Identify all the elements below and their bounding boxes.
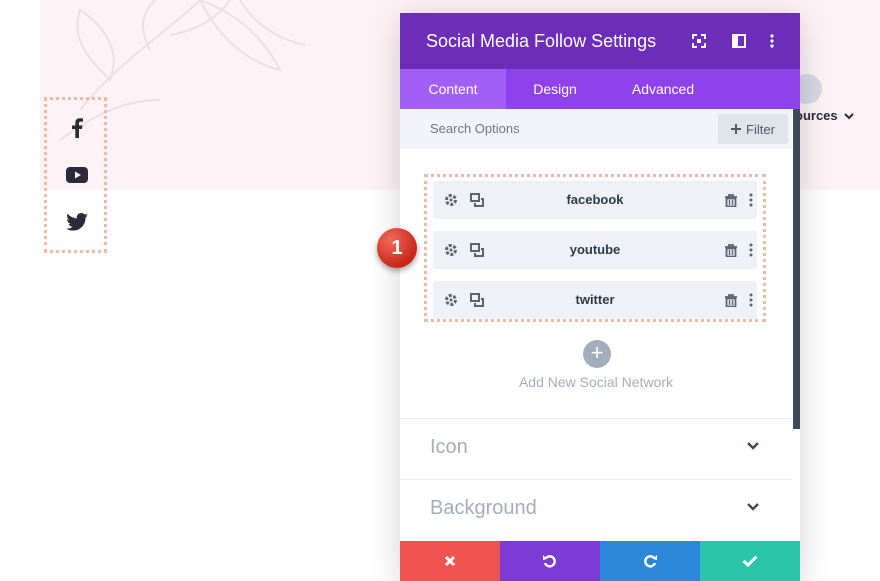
nav-resources-label: ources	[795, 108, 838, 123]
filter-button[interactable]: Filter	[718, 114, 788, 144]
redo-icon	[644, 555, 657, 568]
plus-icon	[731, 124, 742, 134]
close-icon	[444, 555, 456, 567]
filter-label: Filter	[746, 121, 775, 137]
chevron-down-icon	[747, 503, 759, 511]
trash-icon[interactable]	[723, 192, 739, 208]
more-options-icon[interactable]	[743, 192, 759, 208]
scrollbar[interactable]	[793, 109, 800, 429]
save-button[interactable]	[700, 541, 800, 581]
modal-title: Social Media Follow Settings	[426, 31, 657, 51]
more-options-icon[interactable]	[764, 33, 780, 49]
section-background[interactable]: Background	[400, 479, 792, 540]
chevron-down-icon	[747, 442, 759, 450]
network-label: youtube	[569, 242, 621, 257]
network-label: twitter	[575, 292, 615, 307]
trash-icon[interactable]	[723, 292, 739, 308]
modal-footer	[400, 541, 800, 581]
tab-content[interactable]: Content	[400, 69, 506, 109]
youtube-icon[interactable]	[62, 160, 92, 190]
add-network-label[interactable]: Add New Social Network	[400, 374, 792, 390]
undo-button[interactable]	[500, 541, 600, 581]
settings-modal: Social Media Follow Settings Content Des…	[400, 13, 800, 581]
list-item[interactable]: twitter	[433, 281, 757, 319]
section-icon[interactable]: Icon	[400, 418, 792, 479]
nav-resources[interactable]: ources	[795, 108, 854, 123]
tab-advanced[interactable]: Advanced	[604, 69, 722, 109]
social-network-list: facebook youtube twitter	[424, 174, 766, 322]
section-label: Background	[430, 497, 537, 519]
network-label: facebook	[566, 192, 624, 207]
tab-design[interactable]: Design	[506, 69, 604, 109]
undo-icon	[543, 555, 556, 568]
cancel-button[interactable]	[400, 541, 500, 581]
chevron-down-icon	[843, 112, 854, 119]
trash-icon[interactable]	[723, 242, 739, 258]
search-bar: Filter	[400, 109, 792, 149]
fullscreen-icon[interactable]	[691, 33, 707, 49]
section-label: Icon	[430, 436, 468, 458]
redo-button[interactable]	[600, 541, 700, 581]
search-input[interactable]	[430, 121, 630, 136]
split-view-icon[interactable]	[731, 33, 747, 49]
settings-tabs: Content Design Advanced	[400, 69, 800, 109]
check-icon	[742, 555, 758, 567]
twitter-icon[interactable]	[62, 207, 92, 237]
step-marker: 1	[377, 228, 417, 268]
modal-header: Social Media Follow Settings	[400, 13, 800, 69]
list-item[interactable]: facebook	[433, 181, 757, 219]
social-follow-preview[interactable]	[44, 97, 107, 253]
more-options-icon[interactable]	[743, 292, 759, 308]
facebook-icon[interactable]	[62, 113, 92, 143]
add-network-button[interactable]: +	[583, 340, 611, 368]
list-item[interactable]: youtube	[433, 231, 757, 269]
more-options-icon[interactable]	[743, 242, 759, 258]
